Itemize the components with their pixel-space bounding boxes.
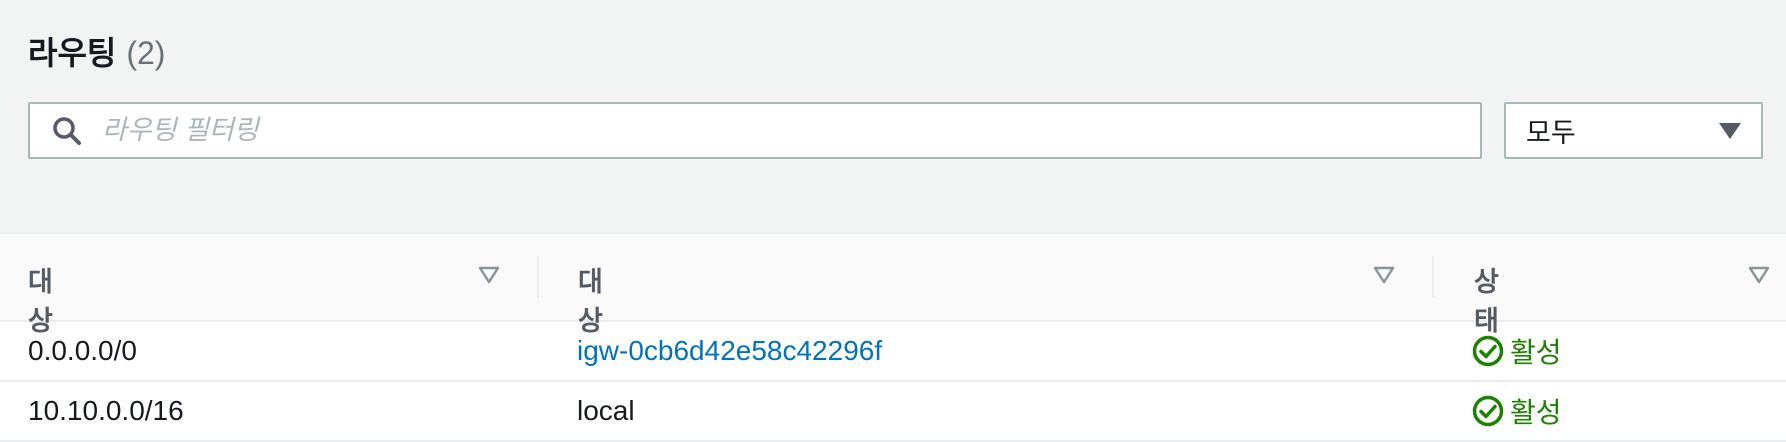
routes-table: 대상 대상 상태 0.0.0.0/0 igw-0cb6d42e58c42296f… — [0, 232, 1786, 442]
table-row[interactable]: 0.0.0.0/0 igw-0cb6d42e58c42296f 활성 — [0, 322, 1786, 382]
caret-down-icon — [1719, 122, 1741, 139]
table-row[interactable]: 10.10.0.0/16 local 활성 — [0, 382, 1786, 442]
sort-icon[interactable] — [478, 265, 500, 285]
target-link[interactable]: igw-0cb6d42e58c42296f — [577, 322, 882, 380]
destination-cell: 10.10.0.0/16 — [28, 395, 184, 426]
route-count: (2) — [126, 35, 166, 71]
status-cell: 활성 — [1472, 322, 1562, 380]
route-search-box[interactable] — [28, 102, 1482, 159]
route-filter-select[interactable]: 모두 — [1504, 102, 1763, 159]
table-header: 대상 대상 상태 — [0, 234, 1786, 336]
sort-icon[interactable] — [1748, 265, 1770, 285]
status-text: 활성 — [1510, 397, 1562, 428]
status-text: 활성 — [1510, 337, 1562, 368]
route-search-input[interactable] — [100, 103, 1480, 158]
column-divider[interactable] — [1432, 256, 1434, 298]
sort-icon[interactable] — [1373, 265, 1395, 285]
route-filter-selected: 모두 — [1526, 118, 1576, 148]
page-title: 라우팅 — [28, 35, 117, 71]
target-cell: local — [577, 395, 635, 426]
status-cell: 활성 — [1472, 382, 1562, 440]
routes-header: 라우팅 (2) — [28, 28, 165, 74]
check-circle-icon — [1472, 335, 1504, 367]
destination-cell: 0.0.0.0/0 — [28, 335, 137, 366]
check-circle-icon — [1472, 395, 1504, 427]
search-icon — [50, 114, 84, 148]
column-divider[interactable] — [537, 256, 539, 298]
